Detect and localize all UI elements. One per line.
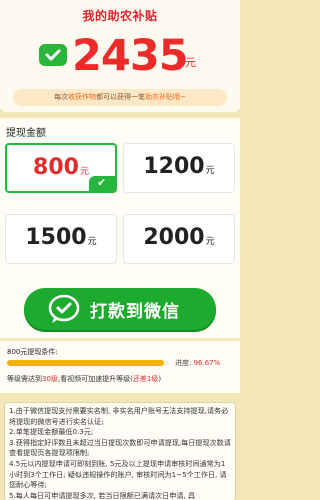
amount-value: 1500元: [6, 225, 116, 250]
level-desc-prefix: 等级需达到: [7, 375, 42, 383]
tip-prefix: 每次: [54, 93, 69, 101]
progress-bar: [7, 360, 169, 366]
withdraw-condition-card: 800元提现条件: 进度: 96.67% 等级需达到30级,看视频可加速提升等级…: [0, 341, 240, 393]
balance-card: 我的助农补贴 2435 元 每次收获作物都可以获得一笔助农补贴哦~: [0, 0, 240, 112]
progress-percent: 96.67%: [193, 359, 221, 367]
rule-item: 3.获得指定好评数且未超过当日提现次数即可申请提现,每日提现次数请查看提现页各提…: [9, 437, 231, 458]
tip-highlight-subsidy: 助农补贴哦~: [145, 93, 186, 101]
amount-unit: 元: [205, 166, 215, 176]
check-icon: ✔: [97, 176, 107, 189]
amount-number: 2000: [143, 225, 205, 250]
withdraw-to-wechat-button[interactable]: 打款到微信: [24, 288, 216, 330]
balance-amount: 2435: [72, 31, 189, 81]
amount-unit: 元: [205, 237, 215, 247]
level-remaining: 还差1级: [132, 375, 159, 383]
progress-bar-fill: [7, 360, 164, 366]
amount-unit: 元: [87, 237, 97, 247]
selected-check-badge: ✔: [89, 176, 115, 191]
amount-value: 1200元: [124, 154, 234, 179]
balance-unit: 元: [185, 56, 196, 69]
rule-item: 4.5元以内提现申请可即刻到账, 5元及以上提现申请审核时间通常为1小时到3个工…: [9, 458, 227, 490]
progress-label: 进度:: [175, 359, 192, 367]
wechat-pay-icon: [39, 44, 67, 66]
amount-option-800[interactable]: 800元 ✔: [5, 143, 117, 193]
level-desc-middle: ,看视频可加速提升等级(: [57, 375, 133, 383]
rule-item: 1.由于微信提现支付需要实名制, 非实名用户账号无法支持提现,请务必将提现的微信…: [9, 406, 229, 426]
amount-value: 2000元: [124, 225, 234, 250]
level-desc-suffix: ): [158, 375, 162, 383]
withdraw-button-label: 打款到微信: [90, 302, 180, 322]
rule-item: 2.单笔提现金额最低0.3元;: [9, 427, 94, 437]
amount-option-1200[interactable]: 1200元: [123, 143, 235, 193]
wechat-check-icon: [48, 294, 80, 323]
subsidy-tip: 每次收获作物都可以获得一笔助农补贴哦~: [13, 89, 227, 106]
withdraw-section-title: 提现金额: [6, 128, 46, 139]
level-required: 30级: [42, 375, 58, 383]
withdraw-rules: 1.由于微信提现支付需要实名制, 非实名用户账号无法支持提现,请务必将提现的微信…: [4, 402, 236, 500]
amount-unit: 元: [79, 167, 89, 177]
tip-middle: 都可以获得一笔: [96, 93, 146, 101]
rule-item: 5.每人每日可申请提现多次, 若当日限额已满请次日申请, 具: [9, 490, 196, 500]
amount-option-1500[interactable]: 1500元: [5, 214, 117, 264]
level-requirement: 等级需达到30级,看视频可加速提升等级(还差1级): [7, 374, 161, 384]
amount-number: 1500: [25, 225, 87, 250]
page-title: 我的助农补贴: [82, 9, 158, 23]
condition-title: 800元提现条件:: [7, 348, 58, 356]
amount-number: 800: [33, 155, 79, 180]
amount-option-2000[interactable]: 2000元: [123, 214, 235, 264]
tip-highlight-crops: 收获作物: [68, 93, 97, 101]
progress-readout: 进度: 96.67%: [175, 358, 220, 368]
amount-number: 1200: [143, 154, 205, 179]
